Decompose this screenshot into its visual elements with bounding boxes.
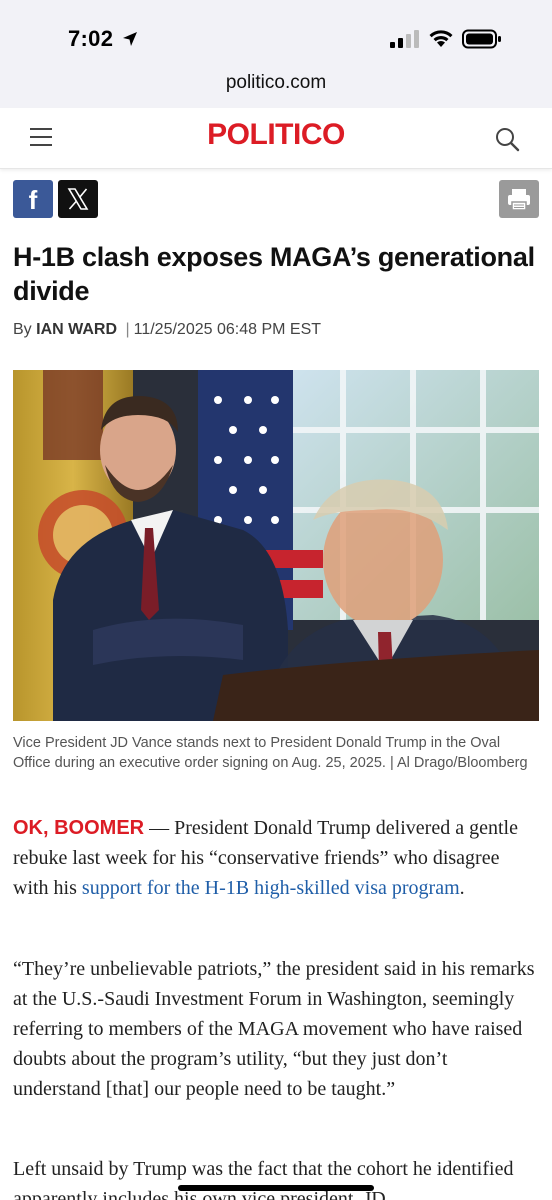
battery-icon — [462, 29, 501, 49]
status-bar: 7:02 — [0, 0, 552, 62]
wifi-icon — [429, 30, 453, 47]
paragraph-3: Left unsaid by Trump was the fact that t… — [13, 1158, 514, 1200]
url-text[interactable]: politico.com — [0, 72, 552, 94]
facebook-icon: f — [28, 185, 38, 215]
article-headline: H-1B clash exposes MAGA’s generational d… — [13, 242, 535, 306]
photo-caption: Vice President JD Vance stands next to P… — [13, 735, 528, 771]
home-indicator[interactable] — [178, 1185, 374, 1191]
print-button[interactable] — [499, 180, 539, 218]
printer-icon — [508, 189, 530, 211]
site-header: POLITICO — [0, 108, 552, 169]
h1b-program-link[interactable]: support for the H-1B high-skilled visa p… — [82, 877, 460, 899]
x-logo-icon — [67, 188, 89, 210]
location-arrow-icon — [123, 32, 137, 46]
status-time: 7:02 — [68, 26, 114, 51]
facebook-share-button[interactable]: f — [13, 180, 53, 218]
paragraph-1: OK, BOOMER — President Donald Trump deli… — [13, 813, 540, 903]
paragraph-2: “They’re unbelievable patriots,” the pre… — [13, 958, 535, 1100]
x-share-button[interactable] — [58, 180, 98, 218]
author-link[interactable]: IAN WARD — [36, 321, 117, 338]
paragraph-1-end: . — [459, 877, 465, 899]
cellular-signal-icon — [390, 30, 419, 48]
site-logo[interactable]: POLITICO — [0, 118, 552, 152]
search-icon[interactable] — [494, 126, 520, 152]
byline-prefix: By — [13, 321, 32, 338]
byline: By IAN WARD | 11/25/2025 06:48 PM EST — [13, 321, 321, 339]
publish-date: 11/25/2025 06:48 PM EST — [133, 321, 322, 338]
kicker: OK, BOOMER — [13, 817, 145, 839]
article-photo — [13, 370, 539, 721]
byline-separator: | — [125, 321, 130, 338]
address-bar[interactable]: politico.com — [0, 62, 552, 108]
